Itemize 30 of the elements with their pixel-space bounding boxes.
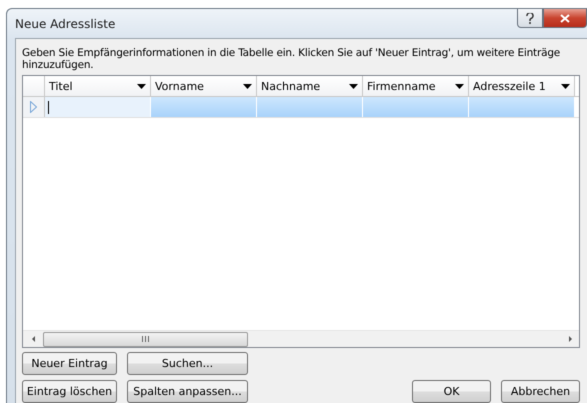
dialog-button[interactable]: Eintrag löschen <box>22 380 117 403</box>
table-cell[interactable] <box>363 97 469 117</box>
column-header[interactable]: Titel <box>45 76 151 96</box>
scrollbar-thumb[interactable] <box>43 332 248 346</box>
close-button[interactable] <box>543 9 587 28</box>
table-cell[interactable] <box>469 97 575 117</box>
dialog-button[interactable]: Spalten anpassen... <box>127 380 248 403</box>
table-cell[interactable] <box>257 97 363 117</box>
column-header[interactable]: Firmenname <box>363 76 469 96</box>
dialog-button[interactable]: OK <box>412 380 491 403</box>
column-header[interactable]: Vorname <box>151 76 257 96</box>
dropdown-arrow-icon[interactable] <box>137 84 146 88</box>
column-header[interactable]: Adresszeile 1 <box>469 76 575 96</box>
dialog-button[interactable]: Abbrechen <box>501 380 580 403</box>
dropdown-arrow-icon[interactable] <box>349 84 358 88</box>
dialog-button[interactable]: Neuer Eintrag <box>22 352 117 375</box>
table-cell[interactable] <box>45 97 151 117</box>
table-cell[interactable] <box>151 97 257 117</box>
instruction-text: Geben Sie Empfängerinformationen in die Tabelle ein. Klicken Sie auf 'Neuer Eintrag', um weitere Einträge hinzuzufügen. <box>22 47 562 71</box>
close-icon <box>560 14 570 22</box>
dialog-button[interactable]: Suchen... <box>127 352 248 375</box>
help-button[interactable] <box>517 9 543 28</box>
question-mark-icon <box>526 12 534 24</box>
dropdown-arrow-icon[interactable] <box>561 84 570 88</box>
horizontal-scrollbar[interactable] <box>23 330 579 347</box>
grip-icon <box>142 336 149 342</box>
dropdown-arrow-icon[interactable] <box>455 84 464 88</box>
column-header[interactable]: Nachname <box>257 76 363 96</box>
window-title: Neue Adressliste <box>15 16 116 30</box>
dropdown-arrow-icon[interactable] <box>243 84 252 88</box>
